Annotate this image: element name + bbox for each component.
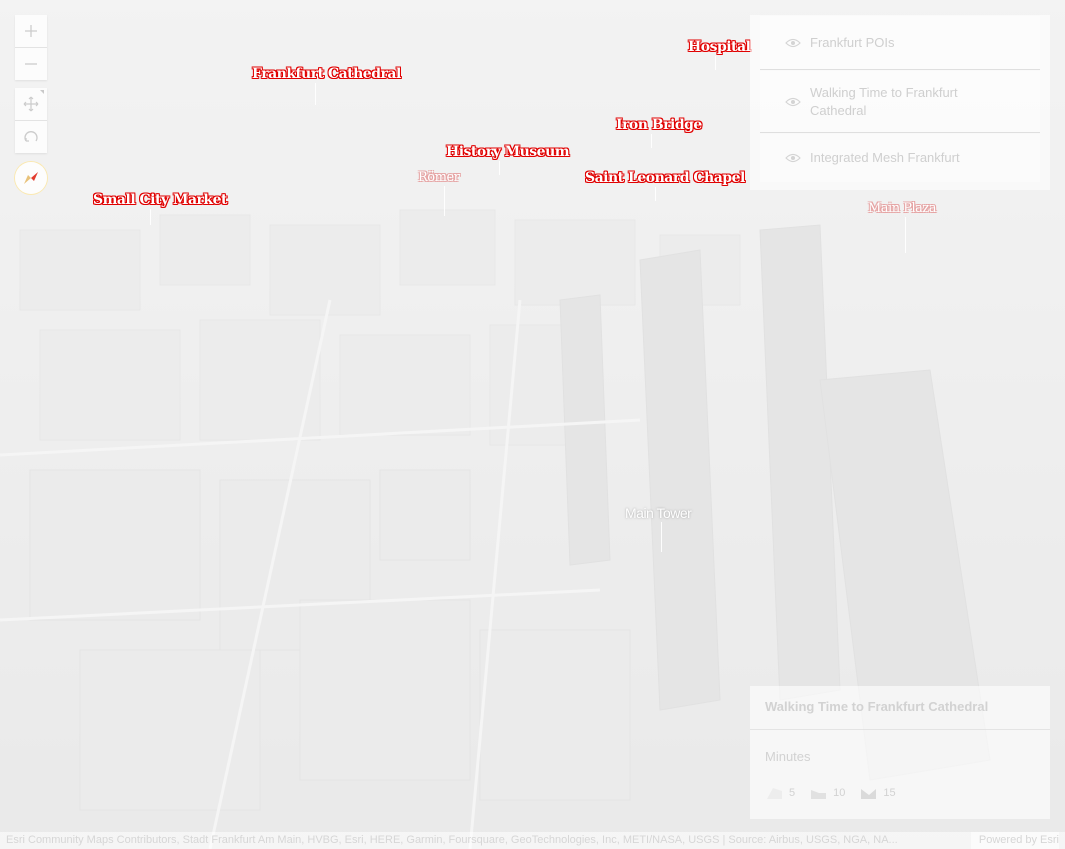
- layer-item-walking-time[interactable]: Walking Time to Frankfurt Cathedral: [760, 71, 1040, 133]
- pan-arrows-icon: [23, 96, 39, 112]
- legend-class-label: 10: [833, 787, 846, 799]
- navigation-mode-controls: [15, 88, 47, 153]
- layer-item-label: Integrated Mesh Frankfurt: [810, 150, 960, 165]
- map-label-small-city-market[interactable]: Small City Market: [93, 192, 227, 208]
- label-leader: [905, 217, 906, 253]
- label-leader: [499, 161, 500, 175]
- label-leader: [150, 209, 151, 225]
- legend-panel: Walking Time to Frankfurt Cathedral Minu…: [750, 686, 1050, 819]
- rotate-icon: [24, 131, 38, 142]
- layer-item-frankfurt-pois[interactable]: Frankfurt POIs: [760, 16, 1040, 70]
- map-label-saint-leonard-chapel[interactable]: Saint Leonard Chapel: [585, 170, 745, 186]
- map-label-iron-bridge[interactable]: Iron Bridge: [616, 117, 702, 133]
- compass-button[interactable]: [15, 162, 47, 194]
- map-label-frankfurt-cathedral[interactable]: Frankfurt Cathedral: [252, 66, 401, 82]
- powered-by-esri-link[interactable]: Powered by Esri: [970, 832, 1059, 849]
- label-leader: [661, 522, 662, 552]
- label-leader: [315, 83, 316, 105]
- label-leader: [655, 187, 656, 201]
- eye-icon[interactable]: [785, 38, 801, 48]
- map-view[interactable]: Hospital Frankfurt Cathedral Iron Bridge…: [0, 0, 1065, 849]
- legend-swatch-icon: [767, 788, 782, 799]
- eye-icon[interactable]: [785, 153, 801, 163]
- label-leader: [715, 56, 716, 70]
- map-label-history-museum[interactable]: History Museum: [446, 144, 570, 160]
- zoom-out-button[interactable]: [15, 47, 47, 80]
- minus-icon: [25, 63, 37, 65]
- compass-icon: [24, 172, 38, 184]
- active-indicator-icon: [40, 90, 44, 94]
- layer-list-panel: Frankfurt POIs Walking Time to Frankfurt…: [750, 15, 1050, 190]
- map-label-main-plaza[interactable]: Main Plaza: [868, 201, 936, 216]
- label-leader: [651, 134, 652, 148]
- layer-item-label: Frankfurt POIs: [810, 34, 895, 50]
- attribution-bar[interactable]: Esri Community Maps Contributors, Stadt …: [0, 832, 1065, 849]
- eye-icon[interactable]: [785, 97, 801, 107]
- layer-item-label: Walking Time to Frankfurt Cathedral: [810, 84, 958, 118]
- legend-class-label: 5: [789, 787, 796, 799]
- legend-class-label: 15: [883, 787, 896, 799]
- legend-swatch-icon: [861, 789, 877, 799]
- map-label-hospital[interactable]: Hospital: [688, 39, 751, 55]
- pan-mode-button[interactable]: [15, 88, 47, 120]
- map-label-main-tower[interactable]: Main Tower: [625, 505, 692, 521]
- map-label-romer[interactable]: Römer: [418, 170, 460, 185]
- zoom-in-button[interactable]: [15, 15, 47, 47]
- plus-icon: [25, 25, 37, 37]
- legend-title: Walking Time to Frankfurt Cathedral: [750, 686, 1050, 730]
- label-leader: [444, 186, 445, 216]
- rotate-mode-button[interactable]: [15, 120, 47, 153]
- legend-field-name: Minutes: [765, 749, 811, 764]
- legend-swatches: 5 10 15: [765, 786, 910, 800]
- layer-item-integrated-mesh[interactable]: Integrated Mesh Frankfurt: [760, 134, 1040, 182]
- legend-swatch-icon: [811, 790, 827, 799]
- attribution-sources[interactable]: Esri Community Maps Contributors, Stadt …: [6, 832, 898, 849]
- zoom-controls: [15, 15, 47, 80]
